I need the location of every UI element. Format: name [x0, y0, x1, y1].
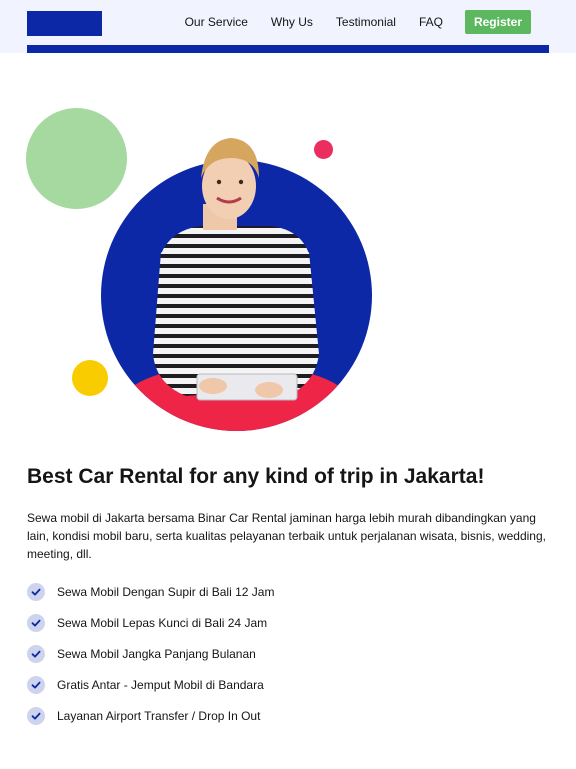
list-item: Sewa Mobil Lepas Kunci di Bali 24 Jam	[27, 607, 549, 638]
check-icon	[27, 706, 45, 725]
main-nav: Our Service Why Us Testimonial FAQ Regis…	[162, 10, 531, 34]
feature-text: Layanan Airport Transfer / Drop In Out	[57, 708, 261, 723]
hero-title: Best Car Rental for any kind of trip in …	[27, 465, 485, 488]
nav-why-us[interactable]: Why Us	[271, 15, 313, 29]
check-icon	[27, 613, 45, 632]
check-icon	[27, 644, 45, 663]
nav-our-service[interactable]: Our Service	[185, 15, 248, 29]
feature-text: Sewa Mobil Lepas Kunci di Bali 24 Jam	[57, 615, 268, 630]
check-icon	[27, 582, 45, 601]
list-item: Layanan Airport Transfer / Drop In Out	[27, 700, 549, 731]
nav-faq[interactable]: FAQ	[419, 15, 443, 29]
site-header: Our Service Why Us Testimonial FAQ Regis…	[0, 0, 576, 53]
list-item: Sewa Mobil Dengan Supir di Bali 12 Jam	[27, 576, 549, 607]
check-icon	[27, 675, 45, 694]
woman-with-laptop-image	[121, 138, 351, 431]
hero-illustration	[0, 100, 576, 440]
hero-description: Sewa mobil di Jakarta bersama Binar Car …	[27, 511, 546, 561]
feature-text: Gratis Antar - Jemput Mobil di Bandara	[57, 677, 264, 692]
header-accent-bar	[27, 45, 549, 53]
hero-content: Best Car Rental for any kind of trip in …	[27, 460, 549, 731]
list-item: Sewa Mobil Jangka Panjang Bulanan	[27, 638, 549, 669]
feature-text: Sewa Mobil Dengan Supir di Bali 12 Jam	[57, 584, 275, 599]
feature-list: Sewa Mobil Dengan Supir di Bali 12 Jam S…	[27, 576, 549, 731]
register-button[interactable]: Register	[464, 10, 531, 34]
feature-text: Sewa Mobil Jangka Panjang Bulanan	[57, 646, 256, 661]
brand-logo[interactable]	[27, 11, 102, 36]
nav-testimonial[interactable]: Testimonial	[336, 15, 396, 29]
list-item: Gratis Antar - Jemput Mobil di Bandara	[27, 669, 549, 700]
